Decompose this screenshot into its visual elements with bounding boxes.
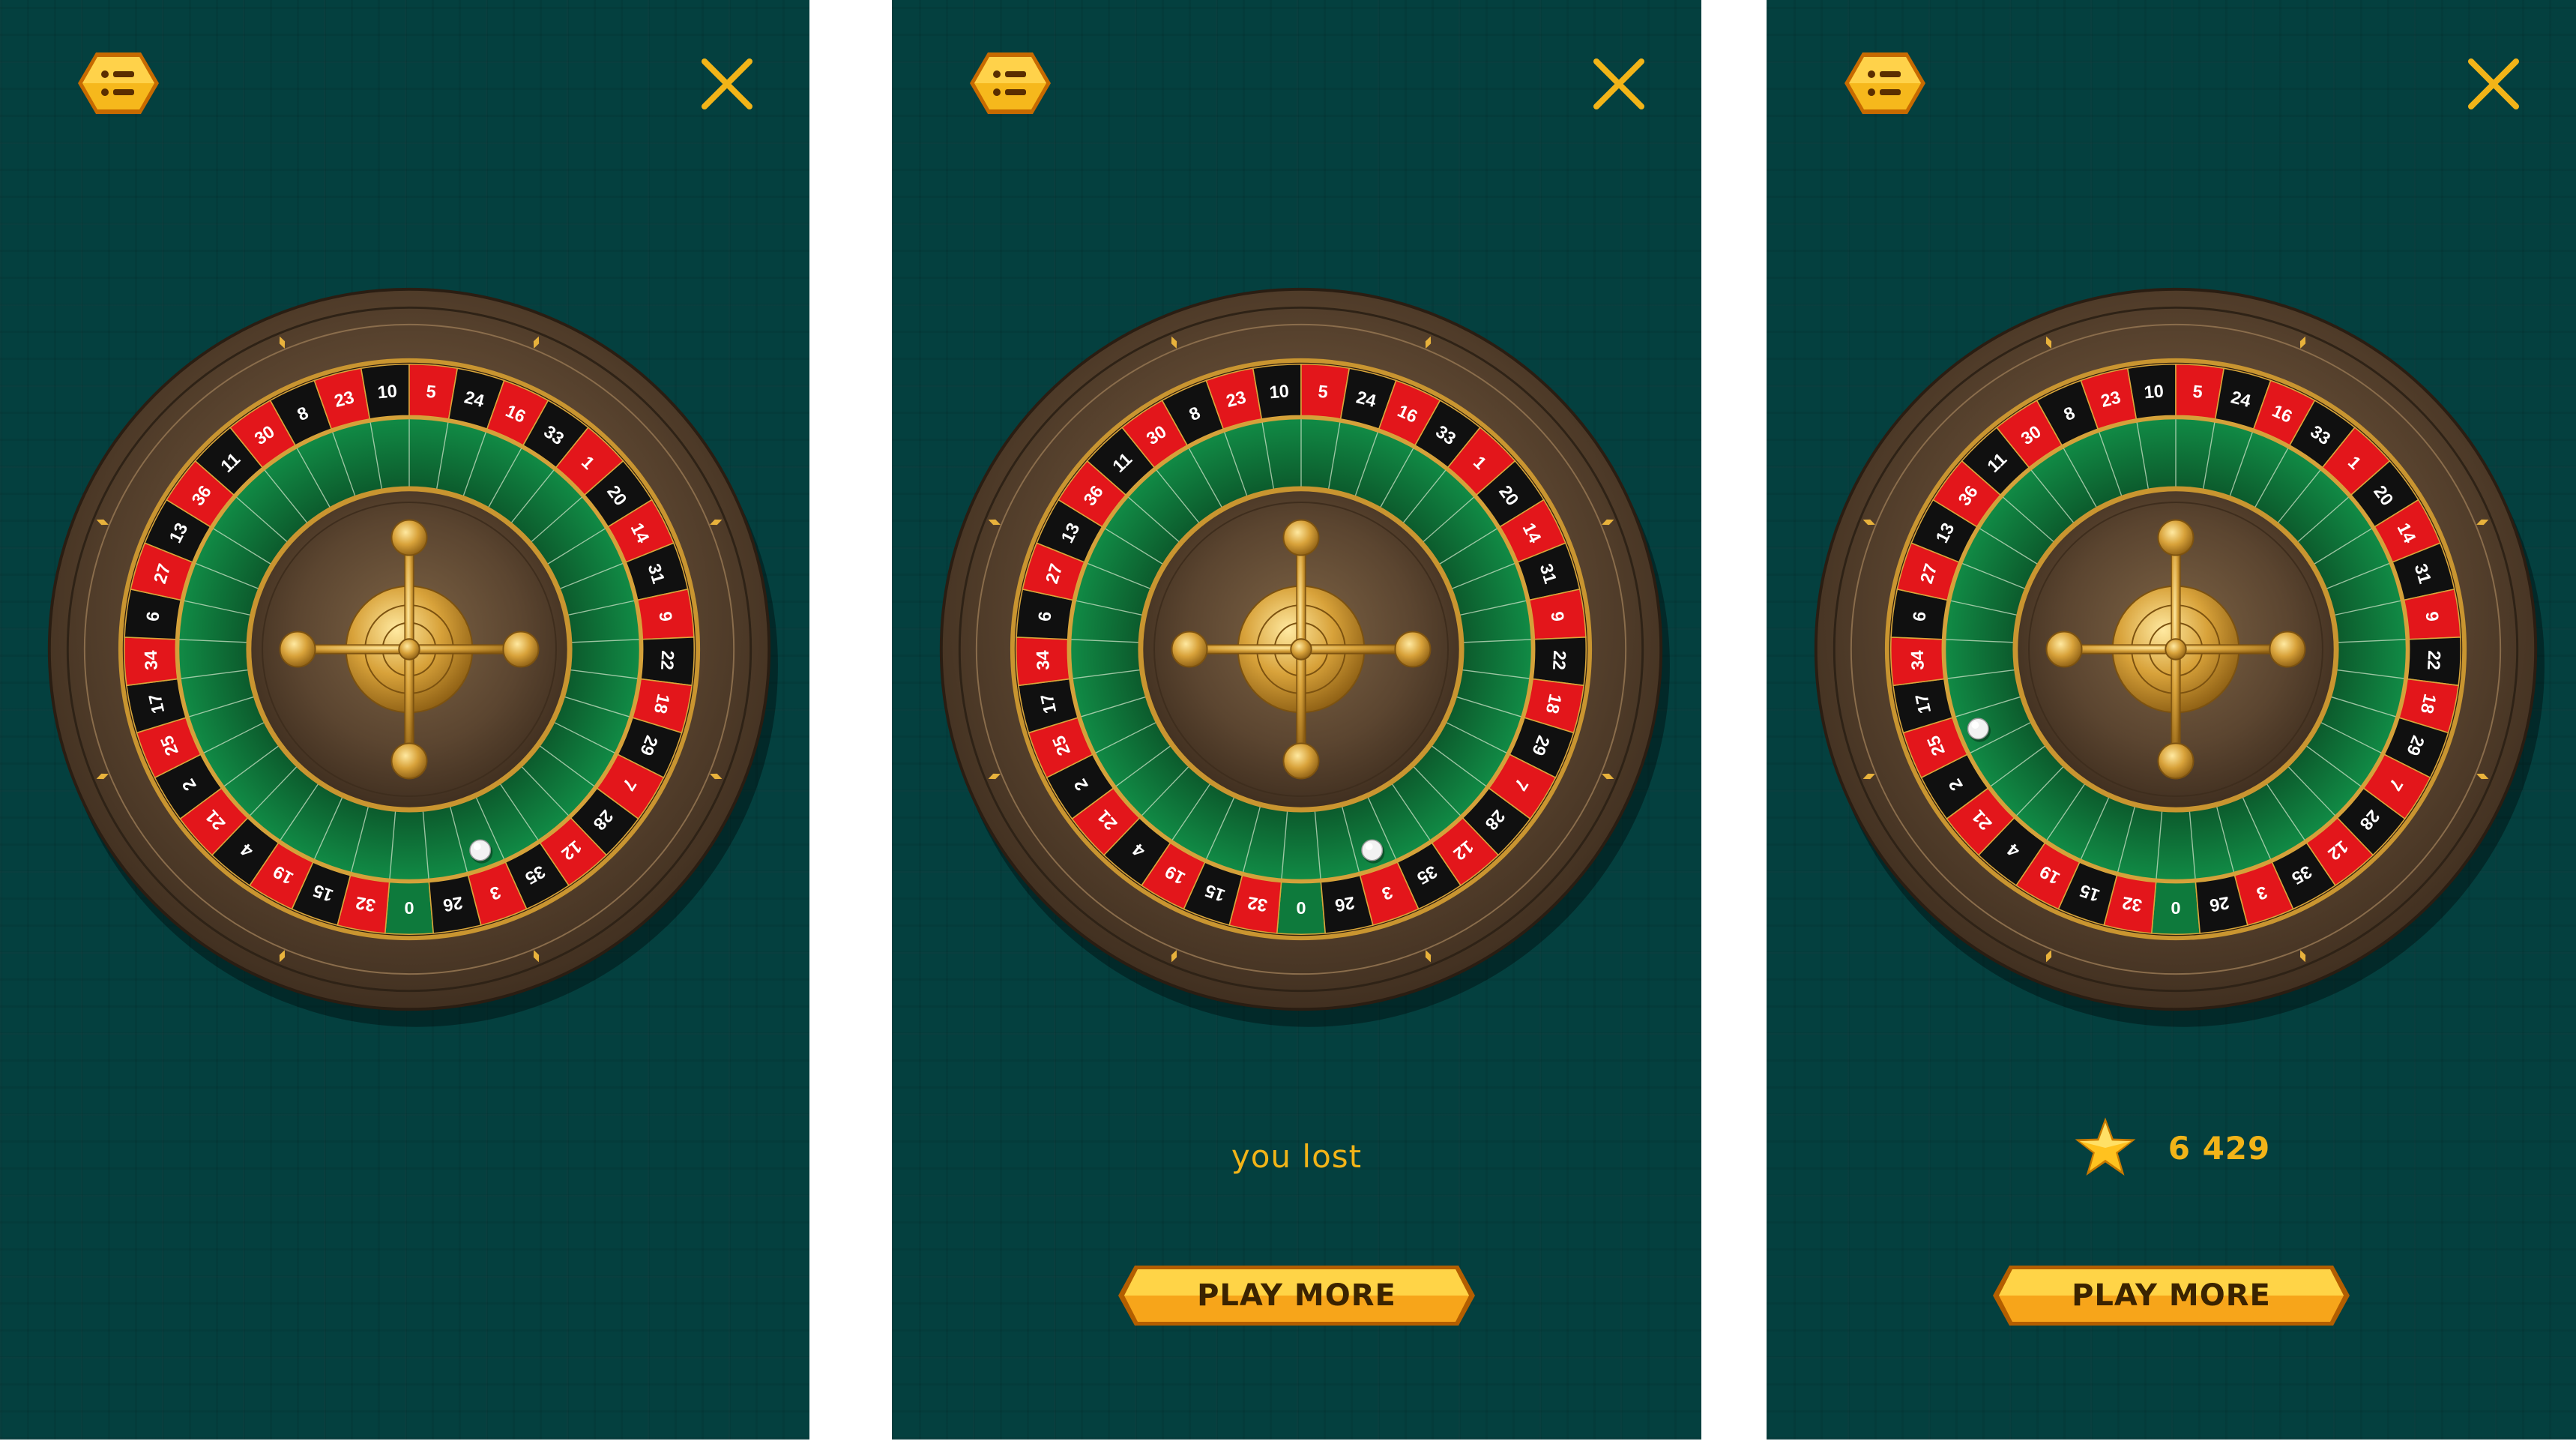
pocket-number: 32 xyxy=(355,893,377,915)
ball-highlight xyxy=(1971,721,1979,729)
roulette-screen-lost: 0 32 15 19 4 21 2 25 17 34 6 27 13 36 11 30 8 23 10 5 24 16 33… xyxy=(892,0,1701,1440)
result-message: you lost xyxy=(1231,1138,1363,1175)
close-x-icon xyxy=(1593,58,1644,109)
roulette-screen-won: 0 32 15 19 4 21 2 25 17 34 6 27 13 36 11 30 8 23 10 5 24 16 33… xyxy=(1767,0,2576,1440)
turret-knob xyxy=(1282,519,1320,556)
pocket-number: 18 xyxy=(1542,692,1566,715)
roulette-ball xyxy=(1967,718,1989,740)
menu-list-icon xyxy=(78,52,159,114)
roulette-ball xyxy=(1361,839,1384,861)
ball-highlight xyxy=(1365,843,1373,850)
menu-button[interactable] xyxy=(967,49,1054,117)
pocket-number: 5 xyxy=(1318,382,1329,402)
pocket-number: 32 xyxy=(2121,893,2144,915)
pocket-number: 22 xyxy=(1549,650,1569,670)
pocket-number: 5 xyxy=(426,382,437,402)
menu-button[interactable] xyxy=(75,49,162,117)
roulette-wheel[interactable]: 0 32 15 19 4 21 2 25 17 34 6 27 13 36 11 30 8 23 10 5 24 16 33… xyxy=(934,282,1670,1027)
close-button[interactable] xyxy=(697,54,757,114)
pocket-number: 10 xyxy=(377,381,398,402)
menu-list-icon xyxy=(1844,52,1925,114)
play-more-button[interactable]: PLAY MORE xyxy=(1991,1264,2351,1327)
roulette-wheel-graphic: 0321519421225173462713361130823 10 5 241633… xyxy=(1814,287,2545,1027)
pocket-number: 22 xyxy=(2424,650,2444,670)
pocket-number: 10 xyxy=(2144,381,2165,402)
close-button[interactable] xyxy=(2464,54,2524,114)
play-more-label: PLAY MORE xyxy=(1197,1278,1396,1313)
pocket-number: 22 xyxy=(657,650,678,670)
turret-center xyxy=(2165,638,2187,661)
play-more-label: PLAY MORE xyxy=(2072,1278,2271,1313)
pocket-number: 17 xyxy=(1037,692,1060,715)
turret-center xyxy=(1290,638,1312,661)
pocket-number: 34 xyxy=(1033,650,1053,670)
pocket-number: 26 xyxy=(1333,893,1356,915)
turret-knob xyxy=(2045,631,2083,668)
pocket-number: 18 xyxy=(651,692,674,715)
close-button[interactable] xyxy=(1589,54,1649,114)
pocket-number: 17 xyxy=(1911,692,1934,715)
pocket-number: 0 xyxy=(2171,898,2180,918)
pocket-number: 34 xyxy=(141,650,161,670)
pocket-number: 34 xyxy=(1907,650,1928,670)
turret-knob xyxy=(390,742,428,780)
score-display: 6 429 xyxy=(1767,1114,2576,1182)
turret-knob xyxy=(390,519,428,556)
turret-knob xyxy=(2157,742,2195,780)
menu-button[interactable] xyxy=(1841,49,1928,117)
score-value: 6 429 xyxy=(2168,1129,2271,1167)
pocket-number: 0 xyxy=(404,898,414,918)
close-x-icon xyxy=(702,58,752,109)
turret-knob xyxy=(1394,631,1432,668)
roulette-wheel-graphic: 0321519421225173462713361130823 10 5 241633… xyxy=(939,287,1670,1027)
roulette-wheel[interactable]: 0 32 15 19 4 21 2 25 17 34 6 27 13 36 11 30 8 23 10 5 24 16 33… xyxy=(42,282,778,1027)
roulette-ball xyxy=(469,839,492,861)
play-more-button[interactable]: PLAY MORE xyxy=(1117,1264,1476,1327)
menu-list-icon xyxy=(970,52,1051,114)
star-icon xyxy=(2072,1115,2138,1181)
turret-knob xyxy=(502,631,540,668)
turret-center xyxy=(398,638,420,661)
pocket-number: 26 xyxy=(441,893,464,915)
turret-knob xyxy=(279,631,316,668)
pocket-number: 10 xyxy=(1269,381,1290,402)
pocket-number: 17 xyxy=(145,692,168,715)
pocket-number: 32 xyxy=(1246,893,1269,915)
close-x-icon xyxy=(2468,58,2519,109)
ball-highlight xyxy=(473,843,481,850)
pocket-number: 18 xyxy=(2417,692,2440,715)
turret-knob xyxy=(2157,519,2195,556)
pocket-number: 26 xyxy=(2208,893,2230,915)
pocket-number: 5 xyxy=(2192,382,2204,402)
turret-knob xyxy=(2269,631,2306,668)
turret-knob xyxy=(1171,631,1208,668)
roulette-wheel-graphic: 0321519421225173462713361130823 10 5 241633… xyxy=(47,287,778,1027)
roulette-wheel[interactable]: 0 32 15 19 4 21 2 25 17 34 6 27 13 36 11 30 8 23 10 5 24 16 33… xyxy=(1809,282,2545,1027)
pocket-number: 0 xyxy=(1296,898,1306,918)
turret-knob xyxy=(1282,742,1320,780)
roulette-screen-spinning: 0 32 15 19 4 21 2 25 17 34 6 27 13 36 11 30 8 23 10 5 24 16 33… xyxy=(0,0,809,1440)
